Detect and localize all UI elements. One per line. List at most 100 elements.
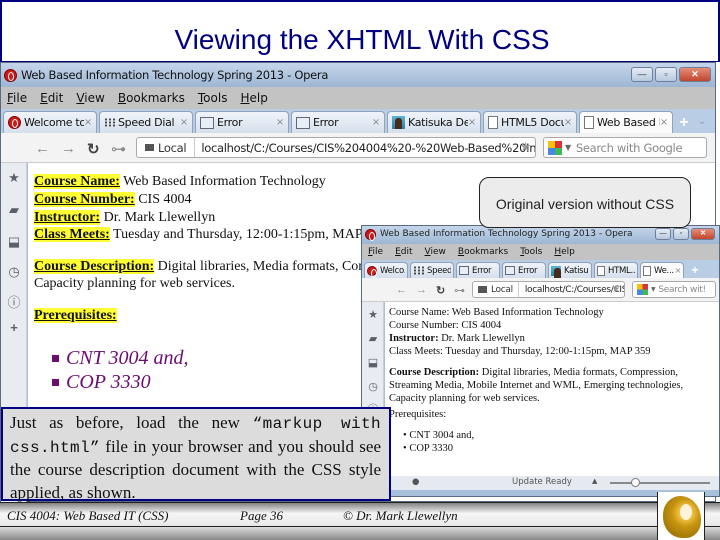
maximize-button[interactable]: ▫ [673,228,689,240]
minimize-button[interactable]: — [631,67,653,82]
zoom-slider-handle[interactable] [631,478,640,487]
local-badge[interactable]: Local [137,138,196,157]
tab-html5-docu[interactable]: HTML... [594,262,638,278]
slide-title: Viewing the XHTML With CSS [174,24,550,55]
menu-help[interactable]: Help [240,91,267,105]
tab-close-icon[interactable]: × [675,266,682,275]
prereq-text: COP 3330 [66,370,151,393]
address-field[interactable]: Local localhost/C:/Courses/CIS%204004%20… [136,137,536,158]
tab-welcome[interactable]: Welco... [364,262,408,278]
google-icon [548,140,562,155]
local-badge[interactable]: Local [473,282,519,297]
pegasus-logo-icon [663,496,701,538]
menu-edit[interactable]: Edit [40,91,63,105]
list-item: CNT 3004 and, [52,346,188,370]
forward-arrow-icon[interactable]: → [416,284,427,296]
new-tab-button[interactable]: + [686,262,704,278]
tab-close-icon[interactable]: × [180,117,188,128]
instruction-textbox: Just as before, load the new “markup wit… [1,407,391,502]
tab-web-based-active[interactable]: We... × [640,262,684,278]
bookmark-star-icon[interactable]: ★ [611,284,620,295]
add-panel-icon[interactable]: + [7,321,21,335]
tab-close-icon[interactable]: × [564,117,572,128]
tab-close-icon[interactable]: × [660,117,668,128]
bookmark-star-icon[interactable]: ★ [520,140,532,155]
tab-html5-docu[interactable]: HTML5 Docu... × [483,111,577,133]
title-bar: Web Based Information Technology Spring … [1,63,715,87]
tab-close-icon[interactable]: × [468,117,476,128]
menu-bookmarks[interactable]: Bookmarks [458,247,508,257]
update-status[interactable]: Update Ready [512,477,572,487]
tab-close-icon[interactable]: × [276,117,284,128]
history-icon[interactable]: ◷ [7,265,21,279]
tab-close-icon[interactable]: × [84,117,92,128]
menu-tools[interactable]: Tools [520,247,542,257]
url-text[interactable]: localhost/C:/Courses/CIS%204004%20-%20We… [195,141,535,155]
search-field[interactable]: ▼ Search wit! [632,281,716,298]
slide-title-box: Viewing the XHTML With CSS [0,0,720,62]
tab-katisuka[interactable]: Katisu... [548,262,592,279]
tab-list-chevron-icon[interactable]: ⌄ [695,111,709,133]
new-tab-button[interactable]: + [675,113,693,133]
menu-edit[interactable]: Edit [395,247,412,257]
maximize-button[interactable]: ▫ [655,67,677,82]
key-icon[interactable]: ⊶ [111,140,126,158]
info-icon[interactable]: ⓘ [7,296,21,310]
star-icon[interactable]: ★ [7,171,21,185]
menu-view[interactable]: View [425,247,446,257]
monitor-icon [478,286,487,293]
zoom-slider[interactable] [610,478,710,487]
close-button[interactable]: ✕ [679,67,711,82]
tab-error-2[interactable]: Error × [291,111,385,133]
back-arrow-icon[interactable]: ← [396,284,407,296]
downloads-icon[interactable]: ⬓ [7,235,21,249]
address-field[interactable]: Local localhost/C:/Courses/CIS ★ [472,281,625,298]
course-number-line: Course Number: CIS 4004 [34,192,192,208]
search-engine-dropdown-icon[interactable]: ▼ [565,143,571,152]
search-placeholder: Search with Google [575,140,683,155]
error-page-icon [200,116,214,129]
menu-bookmarks[interactable]: Bookmarks [118,91,185,105]
reload-icon[interactable]: ↻ [436,284,445,297]
prerequisites-line: Prerequisites: [34,308,117,324]
notes-icon[interactable]: ▰ [366,332,380,346]
list-item: COP 3330 [52,370,188,394]
tab-web-based-active[interactable]: Web Based In ... × [579,111,673,133]
ucf-logo-box [657,492,705,540]
tab-label: Katisu... [564,265,589,276]
url-text[interactable]: localhost/C:/Courses/CIS [519,285,624,295]
history-icon[interactable]: ◷ [366,380,380,394]
tab-katisuka[interactable]: Katisuka Delfi... × [387,111,481,133]
back-arrow-icon[interactable]: ← [35,140,50,157]
google-icon [637,284,648,295]
tab-welcome[interactable]: Welcome to ... × [3,111,97,133]
star-icon[interactable]: ★ [366,308,380,322]
search-field[interactable]: ▼ Search with Google [543,137,707,158]
tab-close-icon[interactable]: × [372,117,380,128]
description-label: Course Description: [389,367,480,378]
downloads-icon[interactable]: ⬓ [366,356,380,370]
view-toggle-icon[interactable]: ▲ [592,477,597,485]
tab-speed-dial[interactable]: Speed Dial × [99,111,193,133]
monitor-icon [145,144,154,151]
menu-file[interactable]: File [368,247,383,257]
bullet-square-icon [52,378,59,386]
turbo-icon[interactable]: ● [412,477,419,487]
tab-error-2[interactable]: Error [502,262,546,278]
list-item: • CNT 3004 and, [403,430,475,441]
reload-icon[interactable]: ↻ [87,140,100,158]
minimize-button[interactable]: — [655,228,671,240]
notes-icon[interactable]: ▰ [7,203,21,217]
menu-view[interactable]: View [76,91,104,105]
class-meets-line: Class Meets: Tuesday and Thursday, 12:00… [34,227,387,243]
menu-help[interactable]: Help [554,247,575,257]
search-engine-dropdown-icon[interactable]: ▼ [651,286,656,293]
forward-arrow-icon[interactable]: → [61,140,76,157]
tab-error-1[interactable]: Error × [195,111,289,133]
menu-file[interactable]: File [7,91,27,105]
close-button[interactable]: ✕ [691,228,715,240]
menu-tools[interactable]: Tools [198,91,228,105]
tab-speed-dial[interactable]: Speed ... [410,262,454,278]
key-icon[interactable]: ⊶ [454,284,465,297]
tab-error-1[interactable]: Error [456,262,500,278]
